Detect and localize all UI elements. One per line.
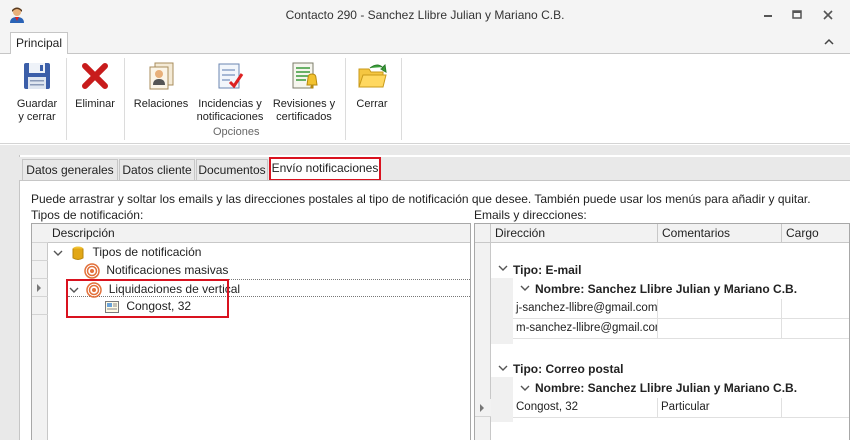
ribbon-separator [345, 58, 346, 140]
chevron-down-icon[interactable] [519, 382, 531, 394]
comment-cell[interactable] [658, 319, 782, 339]
ribbon-tab-row: Principal [0, 30, 850, 55]
delete-x-icon [82, 63, 108, 89]
highlight-box [66, 279, 229, 318]
exit-folder-icon [358, 63, 387, 88]
email-cell[interactable]: m-sanchez-llibre@gmail.com [513, 319, 658, 339]
comment-cell[interactable]: Particular [658, 398, 782, 418]
close-icon [823, 10, 833, 20]
guardar-label-1: Guardar [16, 98, 58, 110]
direccion-header[interactable]: Dirección [491, 224, 658, 243]
save-disk-icon [24, 63, 50, 89]
tab-datos-generales[interactable]: Datos generales [22, 159, 118, 181]
chevron-down-icon[interactable] [52, 247, 64, 259]
comment-cell[interactable] [658, 299, 782, 319]
chevron-down-icon[interactable] [497, 262, 509, 274]
tree-header: Descripción [32, 224, 470, 243]
relaciones-button[interactable]: Relaciones [131, 58, 191, 111]
ribbon-panel: Guardar y cerrar Eliminar Relaciones Inc… [0, 54, 850, 144]
cerrar-label: Cerrar [356, 98, 388, 110]
comentarios-header[interactable]: Comentarios [658, 224, 782, 243]
row-indicator-current [32, 279, 48, 297]
row-indicator [32, 243, 48, 261]
cargo-cell[interactable] [782, 398, 849, 418]
certificate-bell-icon [292, 62, 318, 89]
guardar-label-2: y cerrar [18, 111, 56, 123]
guardar-y-cerrar-button[interactable]: Guardar y cerrar [10, 58, 64, 124]
close-button[interactable] [816, 4, 840, 26]
revisiones-button[interactable]: Revisiones y certificados [270, 58, 338, 124]
cerrar-button[interactable]: Cerrar [349, 58, 395, 111]
title-bar: Contacto 290 - Sanchez Llibre Julian y M… [0, 0, 850, 30]
incidencias-label-2: notificaciones [196, 111, 264, 123]
tree-node-root[interactable]: Tipos de notificación [52, 243, 201, 261]
maximize-button[interactable] [785, 4, 809, 26]
emails-label: Emails y direcciones: [474, 208, 587, 222]
tree-node-masivas[interactable]: Notificaciones masivas [84, 261, 228, 279]
collapse-ribbon-icon[interactable] [821, 35, 837, 49]
group-label-opciones: Opciones [213, 126, 260, 138]
chevron-down-icon[interactable] [519, 282, 531, 294]
eliminar-label: Eliminar [75, 98, 115, 110]
direccion-cell[interactable]: Congost, 32 [513, 398, 658, 418]
group-email: Tipo: E-mail [513, 263, 582, 277]
page-tabstrip: Datos generales Datos cliente Documentos… [19, 157, 850, 181]
ribbon-separator [66, 58, 67, 140]
checklist-bell-icon [218, 63, 244, 89]
minimize-button[interactable] [756, 4, 780, 26]
eliminar-button[interactable]: Eliminar [70, 58, 120, 111]
window-title: Contacto 290 - Sanchez Llibre Julian y M… [285, 8, 565, 22]
incidencias-button[interactable]: Incidencias y notificaciones [196, 58, 264, 124]
grid-header: Dirección Comentarios Cargo [475, 224, 849, 243]
contact-cards-icon [149, 62, 174, 90]
relaciones-label: Relaciones [133, 98, 189, 110]
tipos-label: Tipos de notificación: [31, 208, 144, 222]
masivas-label: Notificaciones masivas [106, 263, 229, 277]
email-name-group: Nombre: Sanchez Llibre Julian y Mariano … [535, 282, 798, 296]
group-indent [491, 377, 513, 422]
broadcast-icon [84, 263, 100, 279]
ribbon-separator [401, 58, 402, 140]
ribbon-tab-principal[interactable]: Principal [10, 32, 68, 55]
instructions-text: Puede arrastrar y soltar los emails y la… [31, 192, 811, 206]
cargo-cell[interactable] [782, 299, 849, 319]
current-row-arrow-icon [480, 404, 484, 412]
revisiones-label-1: Revisiones y [272, 98, 336, 110]
tab-divider [19, 180, 850, 181]
content-area: Datos generales Datos cliente Documentos… [0, 145, 850, 440]
database-icon [72, 246, 84, 260]
minimize-icon [764, 15, 772, 17]
tab-documentos[interactable]: Documentos [196, 159, 268, 181]
notification-types-tree[interactable]: Descripción Tipos de notificación Notifi… [31, 223, 471, 440]
restore-icon [792, 10, 802, 19]
cargo-header[interactable]: Cargo [782, 224, 849, 243]
row-indicator [32, 297, 48, 315]
indicator-header [32, 224, 48, 243]
current-row-arrow-icon [37, 284, 41, 292]
cargo-cell[interactable] [782, 319, 849, 339]
incidencias-label-1: Incidencias y [198, 98, 262, 110]
ribbon-separator [124, 58, 125, 140]
postal-name-group: Nombre: Sanchez Llibre Julian y Mariano … [535, 381, 798, 395]
row-indicator-current [475, 399, 491, 417]
row-indicator [32, 261, 48, 279]
chevron-down-icon[interactable] [497, 362, 509, 374]
group-correo-postal: Tipo: Correo postal [513, 362, 624, 376]
row-indicator-column [32, 224, 48, 440]
revisiones-label-2: certificados [276, 111, 332, 123]
descripcion-header[interactable]: Descripción [48, 224, 470, 243]
indicator-header [475, 224, 491, 243]
tree-root-label: Tipos de notificación [92, 245, 202, 259]
group-indent [491, 278, 513, 344]
tab-envio-notificaciones[interactable]: Envío notificaciones [269, 157, 381, 181]
emails-direcciones-grid[interactable]: Dirección Comentarios Cargo Tipo: E-mail… [474, 223, 850, 440]
email-cell[interactable]: j-sanchez-llibre@gmail.com [513, 299, 658, 319]
tab-datos-cliente[interactable]: Datos cliente [119, 159, 195, 181]
